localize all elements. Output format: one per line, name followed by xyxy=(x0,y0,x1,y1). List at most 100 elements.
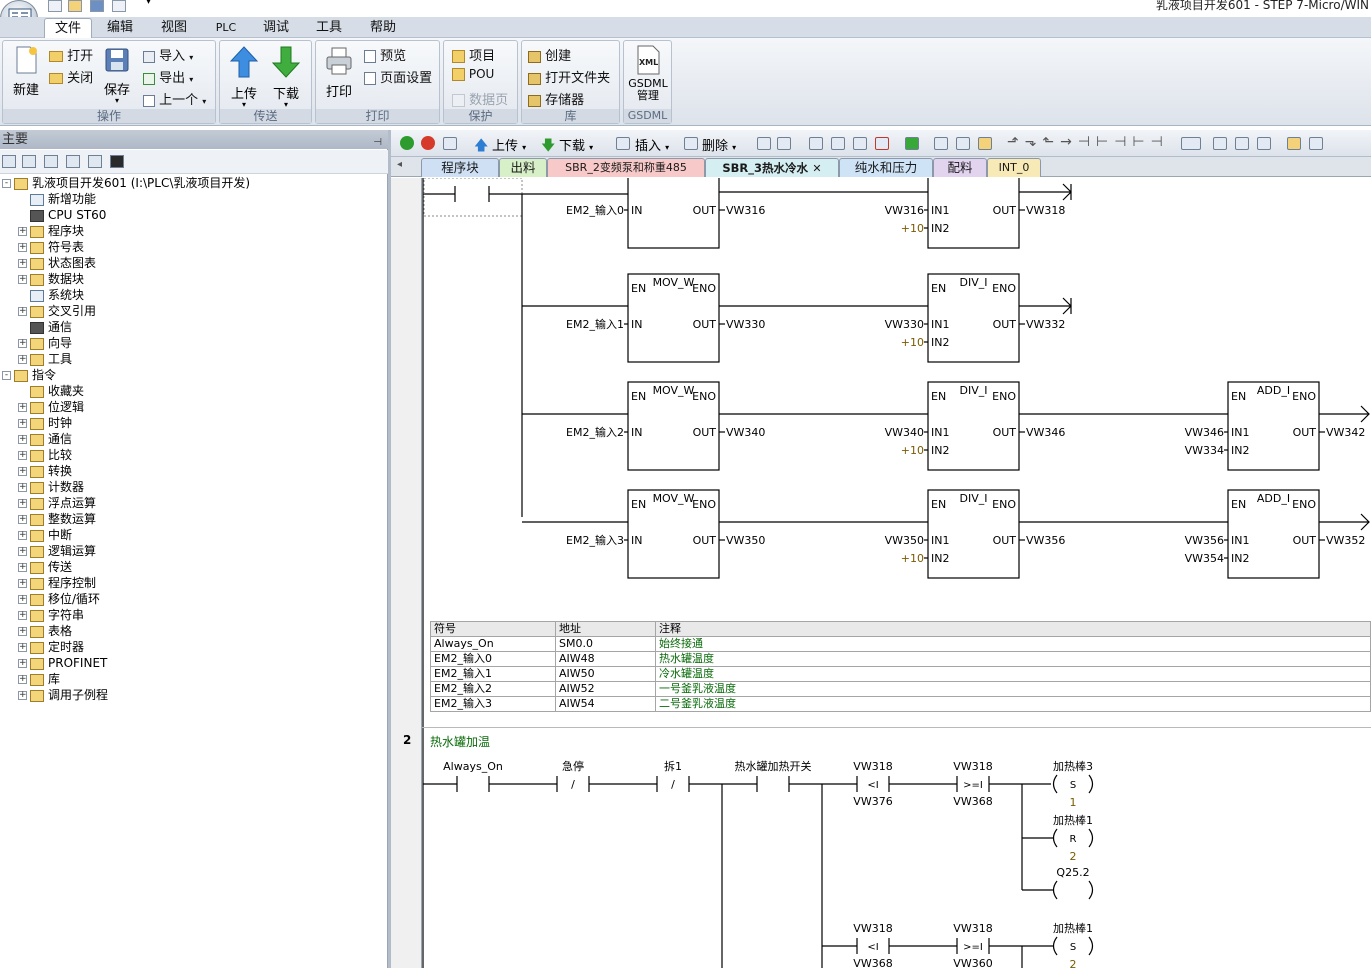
edit-icon[interactable] xyxy=(1235,137,1249,150)
expand-icon[interactable]: + xyxy=(18,675,27,684)
expand-icon[interactable]: + xyxy=(18,259,27,268)
view-icon-5[interactable] xyxy=(88,155,102,168)
toolbar-download-button[interactable]: 下载 ▾ xyxy=(559,135,593,154)
toggle-icon-4[interactable] xyxy=(831,137,845,150)
tab-pure-water[interactable]: 纯水和压力 xyxy=(839,158,933,177)
menu-plc[interactable]: PLC xyxy=(204,18,248,38)
tree-item[interactable]: 系统块 xyxy=(0,287,388,303)
tree-item[interactable]: + 中断 xyxy=(0,527,388,543)
tab-scroll-left-icon[interactable]: ◂ xyxy=(397,159,402,170)
expand-icon[interactable]: + xyxy=(18,307,27,316)
page-setup-button[interactable]: 页面设置 xyxy=(364,67,432,86)
menu-debug[interactable]: 调试 xyxy=(254,18,298,38)
tree-item[interactable]: + 符号表 xyxy=(0,239,388,255)
tab-program-block[interactable]: 程序块 xyxy=(421,158,499,177)
stop-icon[interactable] xyxy=(421,136,435,150)
qat-dropdown-icon[interactable]: ▾ xyxy=(146,0,151,7)
tree-item[interactable]: CPU ST60 xyxy=(0,207,388,223)
expand-icon[interactable]: + xyxy=(18,451,27,460)
export-button[interactable]: 导出 ▾ xyxy=(143,67,193,86)
protect-datapage-button[interactable]: 数据页 xyxy=(452,89,508,108)
view-icon-6[interactable] xyxy=(110,155,124,168)
qat-save-icon[interactable] xyxy=(90,0,104,12)
tree-item[interactable]: + 逻辑运算 xyxy=(0,543,388,559)
tab-int0[interactable]: INT_0 xyxy=(987,158,1041,177)
save-button[interactable]: 保存 ▾ xyxy=(101,45,133,105)
expand-icon[interactable]: + xyxy=(18,275,27,284)
ladder-elements-icons[interactable]: ⬏⬎⬑→⊣⊢⊣⊢⊣ xyxy=(1007,134,1169,150)
tree-item[interactable]: + 整数运算 xyxy=(0,511,388,527)
tree-item[interactable]: + 库 xyxy=(0,671,388,687)
library-memory-button[interactable]: 存储器 xyxy=(528,89,584,108)
tree-item[interactable]: + 程序控制 xyxy=(0,575,388,591)
view-icon-4[interactable] xyxy=(66,155,80,168)
compile-icon[interactable] xyxy=(443,137,457,150)
qat-open-icon[interactable] xyxy=(68,0,82,12)
gsdml-manage-button[interactable]: XML GSDML 管理 xyxy=(628,45,668,102)
close-button[interactable]: 关闭 xyxy=(49,67,93,86)
menu-file[interactable]: 文件 xyxy=(44,18,92,38)
tree-item[interactable]: + 状态图表 xyxy=(0,255,388,271)
lock-icon-1[interactable] xyxy=(934,137,948,150)
toolbar-upload-icon[interactable]: 🡅 xyxy=(474,135,488,159)
toggle-icon-5[interactable] xyxy=(853,137,867,150)
delete-icon[interactable] xyxy=(684,137,698,150)
lock-icon-2[interactable] xyxy=(956,137,970,150)
upload-button[interactable]: 上传 ▾ xyxy=(226,45,262,109)
tree-item[interactable]: + 计数器 xyxy=(0,479,388,495)
tab-sbr2[interactable]: SBR_2变频泵和称重485 xyxy=(547,158,705,177)
expand-icon[interactable]: + xyxy=(18,627,27,636)
tab-batching[interactable]: 配料 xyxy=(933,158,987,177)
protect-project-button[interactable]: 项目 xyxy=(452,45,495,64)
tree-item[interactable]: + 转换 xyxy=(0,463,388,479)
tree-item[interactable]: + 数据块 xyxy=(0,271,388,287)
comment-icon[interactable] xyxy=(1181,137,1201,150)
expand-icon[interactable]: + xyxy=(18,355,27,364)
view-icon-1[interactable] xyxy=(2,155,16,168)
tree-item[interactable]: + 字符串 xyxy=(0,607,388,623)
tree-item[interactable]: + 移位/循环 xyxy=(0,591,388,607)
tree-item[interactable]: + 表格 xyxy=(0,623,388,639)
view-icon-3[interactable] xyxy=(44,155,58,168)
toggle-icon-2[interactable] xyxy=(777,137,791,150)
tree-item[interactable]: + 定时器 xyxy=(0,639,388,655)
menu-tools[interactable]: 工具 xyxy=(307,18,351,38)
tree-item[interactable]: + 通信 xyxy=(0,431,388,447)
menu-view[interactable]: 视图 xyxy=(152,18,196,38)
expand-icon[interactable]: + xyxy=(18,691,27,700)
expand-icon[interactable]: + xyxy=(18,403,27,412)
tree-item[interactable]: + 向导 xyxy=(0,335,388,351)
table-icon[interactable] xyxy=(1213,137,1227,150)
ladder-diagram[interactable]: MOV_WENENOINOUTEM2_输入0VW316DIV_IENENOIN1… xyxy=(391,178,1371,968)
expand-icon[interactable]: + xyxy=(18,243,27,252)
collapse-icon[interactable]: - xyxy=(2,371,11,380)
expand-icon[interactable]: + xyxy=(18,563,27,572)
collapse-icon[interactable]: - xyxy=(2,179,11,188)
toggle-icon-1[interactable] xyxy=(757,137,771,150)
toggle-icon-3[interactable] xyxy=(809,137,823,150)
toolbar-download-icon[interactable]: 🡇 xyxy=(541,135,555,159)
expand-icon[interactable]: + xyxy=(18,483,27,492)
tree-item[interactable]: 通信 xyxy=(0,319,388,335)
protect-pou-button[interactable]: POU xyxy=(452,67,494,81)
tab-discharge[interactable]: 出料 xyxy=(499,158,547,177)
tree-item[interactable]: + 时钟 xyxy=(0,415,388,431)
expand-icon[interactable]: + xyxy=(18,547,27,556)
import-button[interactable]: 导入 ▾ xyxy=(143,45,193,64)
tool-icon-1[interactable] xyxy=(1287,137,1301,150)
tree-item[interactable]: 新增功能 xyxy=(0,191,388,207)
tree-item[interactable]: + 比较 xyxy=(0,447,388,463)
tool-icon-2[interactable] xyxy=(1309,137,1323,150)
tree-item[interactable]: 收藏夹 xyxy=(0,383,388,399)
qat-new-icon[interactable] xyxy=(48,0,62,12)
print-button[interactable]: 打印 xyxy=(322,45,356,100)
insert-icon[interactable] xyxy=(616,137,630,150)
tab-sbr3[interactable]: SBR_3热水冷水 ✕ xyxy=(705,158,839,177)
expand-icon[interactable]: + xyxy=(18,579,27,588)
tree-item[interactable]: + PROFINET xyxy=(0,655,388,671)
expand-icon[interactable]: + xyxy=(18,227,27,236)
expand-icon[interactable]: + xyxy=(18,499,27,508)
library-open-folder-button[interactable]: 打开文件夹 xyxy=(528,67,610,86)
tree-item[interactable]: - 指令 xyxy=(0,367,388,383)
tab-close-icon[interactable]: ✕ xyxy=(812,162,821,175)
